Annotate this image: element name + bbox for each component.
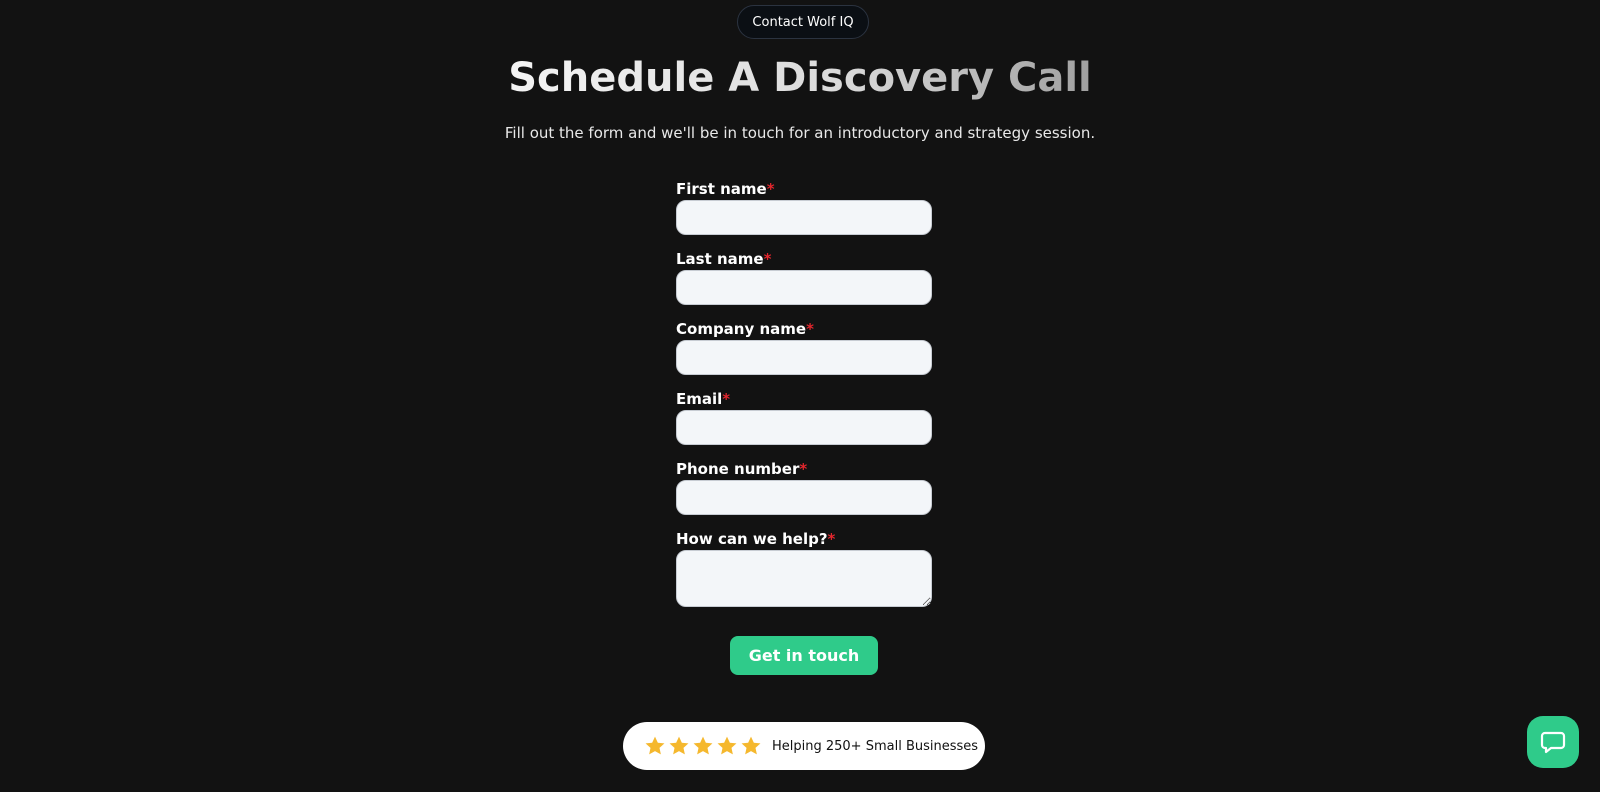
email-label: Email*: [676, 390, 731, 408]
star-icon: [669, 736, 689, 755]
badge-text: Helping 250+ Small Businesses: [772, 738, 979, 754]
required-marker: *: [806, 320, 814, 338]
field-first-name: First name*: [676, 178, 932, 235]
social-proof-badge: Helping 250+ Small Businesses: [623, 722, 985, 770]
chat-launcher-button[interactable]: [1527, 716, 1579, 768]
field-how-can-we-help: How can we help?*: [676, 528, 932, 607]
field-email: Email*: [676, 388, 932, 445]
how-can-we-help-textarea[interactable]: [676, 550, 932, 607]
last-name-input[interactable]: [676, 270, 932, 305]
required-marker: *: [722, 390, 731, 408]
star-icon: [693, 736, 713, 755]
star-icon: [645, 736, 665, 755]
field-company-name: Company name*: [676, 318, 932, 375]
field-last-name: Last name*: [676, 248, 932, 305]
star-rating: [644, 735, 762, 757]
company-name-label: Company name*: [676, 320, 814, 338]
how-can-we-help-label: How can we help?*: [676, 530, 836, 548]
phone-number-label: Phone number*: [676, 460, 808, 478]
star-icon: [741, 736, 761, 755]
required-marker: *: [766, 180, 775, 198]
contact-form: First name* Last name* Company name* Ema…: [676, 178, 932, 620]
page-title-wrap: Schedule A Discovery Call: [0, 52, 1600, 104]
contact-pill-label: Contact Wolf IQ: [752, 14, 854, 30]
first-name-label: First name*: [676, 180, 775, 198]
required-marker: *: [799, 460, 808, 478]
chat-bubble-icon: [1540, 731, 1566, 754]
contact-pill[interactable]: Contact Wolf IQ: [737, 5, 869, 39]
page-subtitle: Fill out the form and we'll be in touch …: [504, 124, 1096, 142]
field-phone-number: Phone number*: [676, 458, 932, 515]
company-name-input[interactable]: [676, 340, 932, 375]
get-in-touch-button[interactable]: Get in touch: [730, 636, 878, 675]
required-marker: *: [763, 250, 772, 268]
star-icon: [717, 736, 737, 755]
page: Contact Wolf IQ Schedule A Discovery Cal…: [0, 0, 1600, 792]
first-name-input[interactable]: [676, 200, 932, 235]
phone-number-input[interactable]: [676, 480, 932, 515]
email-input[interactable]: [676, 410, 932, 445]
required-marker: *: [827, 530, 836, 548]
page-title: Schedule A Discovery Call: [508, 52, 1092, 104]
last-name-label: Last name*: [676, 250, 772, 268]
